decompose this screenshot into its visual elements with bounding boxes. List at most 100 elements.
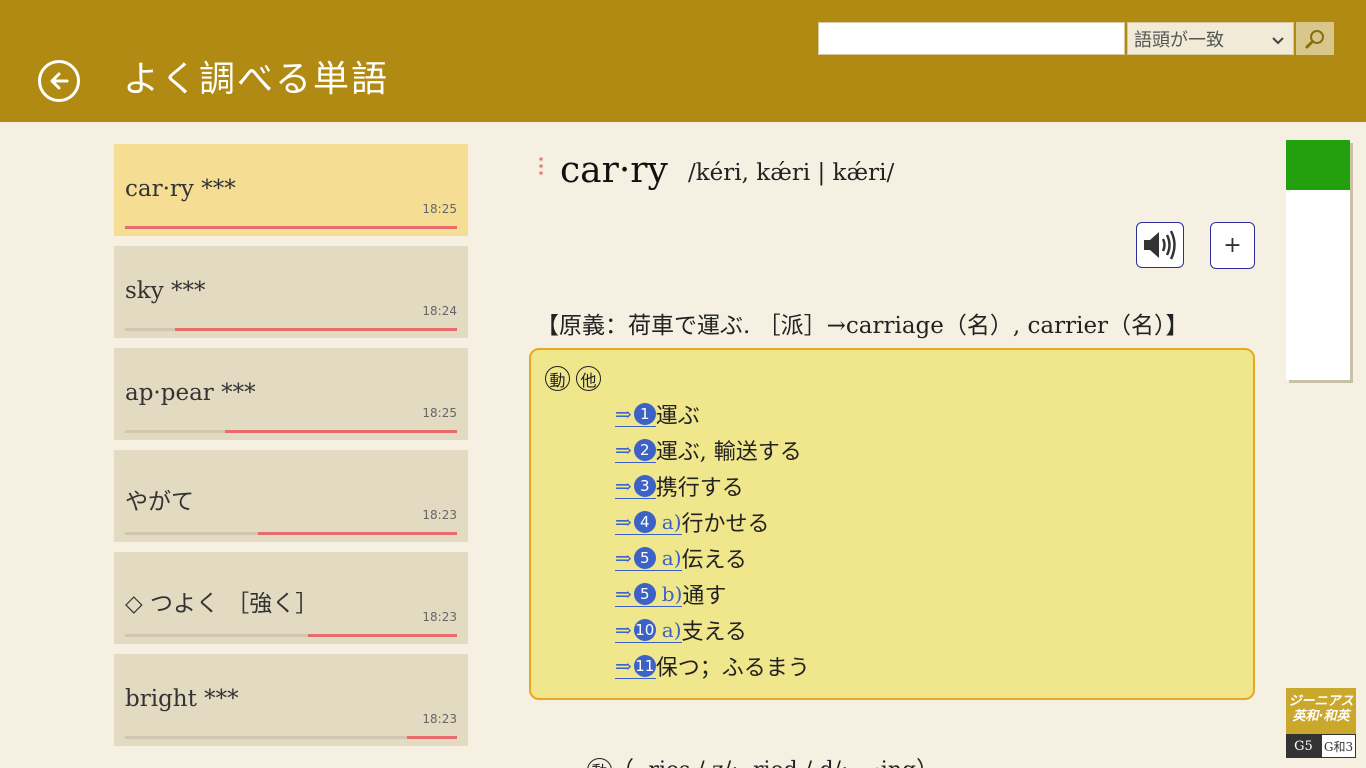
history-time: 18:23 xyxy=(422,712,457,726)
sense-number: 5 xyxy=(633,546,656,569)
history-progress-track xyxy=(125,430,457,433)
history-item[interactable]: car·ry *** 18:25 xyxy=(114,144,468,236)
headword: car·ry xyxy=(560,150,668,191)
sense-item[interactable]: ⇒ 4 a) 行かせる xyxy=(615,504,810,540)
sense-item[interactable]: ⇒ 1 運ぶ xyxy=(615,396,810,432)
sense-gloss: 伝える xyxy=(681,548,747,573)
arrow-icon: ⇒ xyxy=(615,617,632,642)
pos-mark: 動 xyxy=(545,366,570,391)
arrow-icon: ⇒ xyxy=(615,473,632,498)
part-of-speech: 動他 xyxy=(545,366,601,391)
back-arrow-icon xyxy=(50,72,69,90)
sense-sub: a) xyxy=(661,545,682,570)
sense-link[interactable]: ⇒ 1 xyxy=(615,402,656,427)
chevron-down-icon xyxy=(1272,37,1284,45)
history-item[interactable]: やがて 18:23 xyxy=(114,450,468,542)
sense-number: 10 xyxy=(633,618,656,641)
arrow-icon: ⇒ xyxy=(615,509,632,534)
search-button[interactable] xyxy=(1296,22,1334,55)
history-time: 18:23 xyxy=(422,508,457,522)
scroll-thumb[interactable] xyxy=(1286,140,1350,190)
sense-number: 4 xyxy=(633,510,656,533)
sense-number: 2 xyxy=(633,438,656,461)
page-title: よく調べる単語 xyxy=(123,59,390,100)
history-item[interactable]: ◇ つよく ［強く］ 18:23 xyxy=(114,552,468,644)
history-item[interactable]: ap·pear *** 18:25 xyxy=(114,348,468,440)
sense-item[interactable]: ⇒ 11 保つ；ふるまう xyxy=(615,648,810,684)
sense-item[interactable]: ⇒ 5 a) 伝える xyxy=(615,540,810,576)
history-list: car·ry *** 18:25 sky *** 18:24 ap·pear *** 18… xyxy=(114,144,468,768)
sense-box: 動他 ⇒ 1 運ぶ ⇒ 2 運ぶ, 輸送する ⇒ 3 携行する ⇒ 4 a) 行かせる ⇒ 5 a) 伝える ⇒ 5… xyxy=(529,348,1255,700)
scroll-panel[interactable] xyxy=(1286,140,1350,380)
history-progress-track xyxy=(125,736,457,739)
sense-item[interactable]: ⇒ 5 b) 通す xyxy=(615,576,810,612)
history-progress-fill xyxy=(125,226,457,229)
search-mode-select[interactable]: 語頭が一致 xyxy=(1127,22,1294,55)
history-word: car·ry *** xyxy=(125,176,236,202)
sense-gloss: 保つ；ふるまう xyxy=(655,656,810,681)
dictionary-logo: ジーニアス 英和·和英 G5 G和3 xyxy=(1286,688,1356,758)
arrow-icon: ⇒ xyxy=(615,653,632,678)
history-progress-fill xyxy=(174,328,457,331)
history-word: やがて xyxy=(125,489,194,515)
logo-gk3: G和3 xyxy=(1321,734,1356,758)
history-word: ◇ つよく ［強く］ xyxy=(125,591,319,617)
sense-link[interactable]: ⇒ 2 xyxy=(615,438,656,463)
plus-icon: + xyxy=(1223,233,1242,258)
sense-sub: b) xyxy=(661,581,683,606)
sense-sub: a) xyxy=(661,509,682,534)
pos-mark: 他 xyxy=(576,366,601,391)
sense-item[interactable]: ⇒ 3 携行する xyxy=(615,468,810,504)
arrow-icon: ⇒ xyxy=(615,581,632,606)
history-progress-fill xyxy=(307,634,457,637)
logo-line2: 英和·和英 xyxy=(1292,709,1350,724)
history-progress-track xyxy=(125,328,457,331)
sense-number: 3 xyxy=(633,474,656,497)
history-progress-fill xyxy=(224,430,457,433)
sense-gloss: 携行する xyxy=(655,476,744,501)
sense-gloss: 運ぶ, 輸送する xyxy=(655,440,802,465)
add-button[interactable]: + xyxy=(1210,222,1255,269)
app-header: よく調べる単語 語頭が一致 xyxy=(0,0,1366,122)
search-icon xyxy=(1305,29,1324,48)
logo-line1: ジーニアス xyxy=(1288,694,1354,709)
arrow-icon: ⇒ xyxy=(615,401,632,426)
pos-mark: 動 xyxy=(587,757,612,768)
history-progress-track xyxy=(125,532,457,535)
search-input[interactable] xyxy=(818,22,1125,55)
inflection-text: （ -ries /-z/; -ried /-d/; ~·ing） xyxy=(612,758,938,768)
sense-sub: a) xyxy=(661,617,682,642)
sense-link[interactable]: ⇒ 11 xyxy=(615,654,656,679)
sense-gloss: 行かせる xyxy=(681,512,770,537)
history-progress-fill xyxy=(257,532,457,535)
history-time: 18:23 xyxy=(422,610,457,624)
logo-title: ジーニアス 英和·和英 xyxy=(1286,688,1356,734)
sense-item[interactable]: ⇒ 10 a) 支える xyxy=(615,612,810,648)
frequency-stars: * * * xyxy=(538,157,544,181)
arrow-icon: ⇒ xyxy=(615,545,632,570)
history-progress-fill xyxy=(407,736,457,739)
sense-number: 11 xyxy=(633,654,656,677)
history-item[interactable]: sky *** 18:24 xyxy=(114,246,468,338)
history-time: 18:25 xyxy=(422,202,457,216)
sense-number: 5 xyxy=(633,582,656,605)
sense-link[interactable]: ⇒ 4 a) xyxy=(615,510,682,535)
play-sound-button[interactable] xyxy=(1136,222,1184,268)
sense-link[interactable]: ⇒ 3 xyxy=(615,474,656,499)
history-progress-track xyxy=(125,226,457,229)
history-item[interactable]: bright *** 18:23 xyxy=(114,654,468,746)
logo-g5: G5 xyxy=(1286,734,1321,758)
sense-link[interactable]: ⇒ 5 b) xyxy=(615,581,683,607)
sense-item[interactable]: ⇒ 2 運ぶ, 輸送する xyxy=(615,432,810,468)
sense-link[interactable]: ⇒ 5 a) xyxy=(615,546,682,571)
inflection-line: 動（ -ries /-z/; -ried /-d/; ~·ing） xyxy=(529,752,938,768)
history-word: ap·pear *** xyxy=(125,380,256,406)
etymology: 【原義：荷車で運ぶ. ［派］→carriage（名）, carrier（名）】 xyxy=(536,313,1189,339)
history-time: 18:25 xyxy=(422,406,457,420)
sense-link[interactable]: ⇒ 10 a) xyxy=(615,618,682,643)
sense-gloss: 運ぶ xyxy=(655,404,700,429)
back-button[interactable] xyxy=(38,60,80,102)
speaker-icon xyxy=(1144,230,1176,260)
history-progress-track xyxy=(125,634,457,637)
sense-number: 1 xyxy=(633,402,656,425)
